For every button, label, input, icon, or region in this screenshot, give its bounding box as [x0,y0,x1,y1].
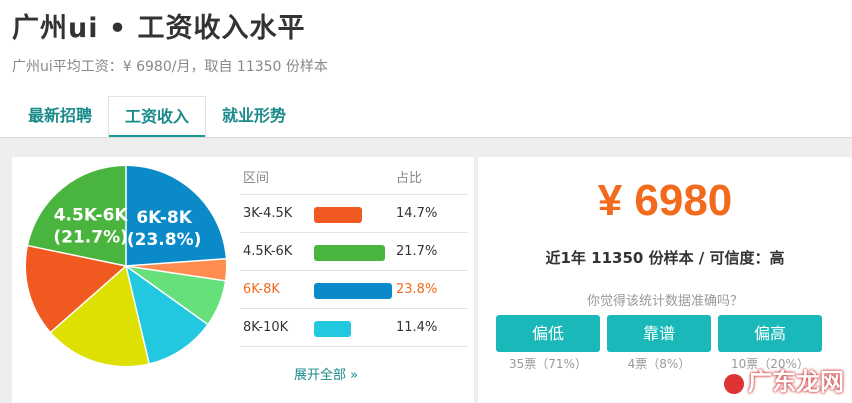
table-header: 区间 占比 [240,164,468,195]
table-row: 3K-4.5K 14.7% [240,195,468,233]
vote-accurate-button[interactable]: 靠谱 [607,315,711,352]
share-value: 11.4% [396,320,438,335]
table-row: 6K-8K 23.8% [240,271,468,309]
range-label: 6K-8K [243,282,280,297]
show-all-link[interactable]: 展开全部 » [294,364,358,383]
accuracy-question: 你觉得该统计数据准确吗？ [586,294,743,309]
watermark: 广东龙网 [724,362,844,397]
tab-bar: 最新招聘 工资收入 就业形势 [12,96,302,138]
tab-salary-income[interactable]: 工资收入 [108,96,207,138]
pie-slice-percent: (21.7%) [53,228,128,248]
tab-latest-jobs[interactable]: 最新招聘 [12,96,108,136]
table-row: 4.5K-6K 21.7% [240,233,468,271]
range-label: 4.5K-6K [243,244,293,259]
vote-high-button[interactable]: 偏高 [718,315,822,352]
share-value: 14.7% [396,206,438,221]
range-label: 3K-4.5K [243,206,293,221]
header-range: 区间 [243,171,270,186]
share-value: 21.7% [396,244,438,259]
page-title: 广州ui • 工资收入水平 [12,13,306,44]
share-bar [314,245,385,261]
watermark-text: 广东龙网 [748,367,844,396]
average-salary: ¥ 6980 [597,176,733,225]
pie-slice-label: 4.5K-6K [54,206,129,226]
share-bar [314,207,362,223]
pie-slice-label: 6K-8K [136,208,192,228]
salary-range-table: 区间 占比 3K-4.5K 14.7% 4.5K-6K 21.7% 6K-8K … [240,164,468,347]
share-bar [314,283,392,299]
watermark-logo-icon [724,373,744,394]
share-value: 23.8% [396,282,438,297]
page-subtitle: 广州ui平均工资：¥ 6980/月，取自 11350 份样本 [12,59,328,75]
salary-pie-chart: 6K-8K(23.8%) 4.5K-6K(21.7%) [25,166,227,366]
table-row: 8K-10K 11.4% [240,309,468,347]
range-label: 8K-10K [243,320,289,335]
pie-slice-percent: (23.8%) [127,230,202,250]
share-bar [314,321,351,337]
vote-accurate-count: 4票（8%） [627,357,691,371]
sample-stats: 近1年 11350 份样本 / 可信度：高 [545,249,785,267]
vote-low-button[interactable]: 偏低 [496,315,600,352]
tab-employment-trend[interactable]: 就业形势 [206,96,302,136]
vote-low-count: 35票（71%） [509,357,587,371]
header-share: 占比 [396,171,423,186]
